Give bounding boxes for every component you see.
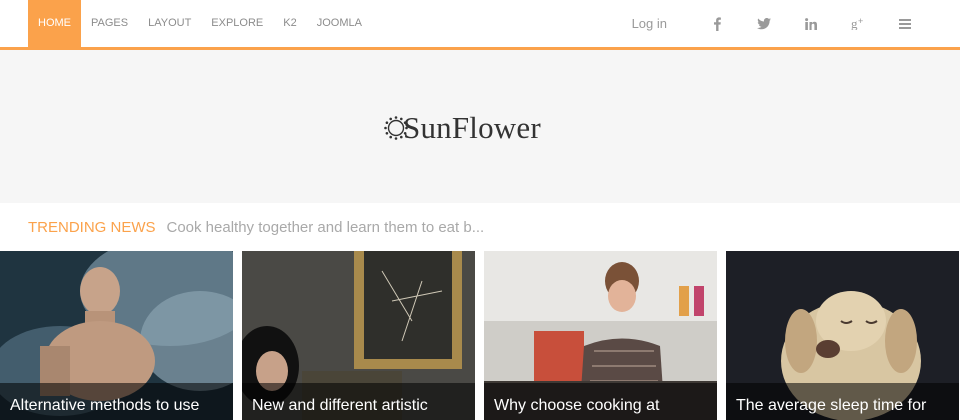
svg-text:g: g	[851, 17, 858, 30]
article-card[interactable]: The average sleep time for	[726, 251, 959, 420]
menu-icon[interactable]	[890, 9, 920, 39]
facebook-icon[interactable]	[702, 9, 732, 39]
main-menu: HOME PAGES LAYOUT EXPLORE K2 JOOMLA	[28, 0, 372, 47]
article-card[interactable]: New and different artistic	[242, 251, 475, 420]
nav-item-pages[interactable]: PAGES	[81, 0, 138, 47]
nav-right-group: Log in g +	[632, 0, 920, 47]
article-title[interactable]: Alternative methods to use	[10, 397, 199, 415]
article-title[interactable]: The average sleep time for	[736, 397, 926, 415]
nav-item-explore[interactable]: EXPLORE	[201, 0, 273, 47]
trending-news-bar: TRENDING NEWS Cook healthy together and …	[28, 215, 484, 239]
linkedin-icon[interactable]	[796, 9, 826, 39]
logo-text: SunFlower	[403, 110, 541, 145]
nav-item-home[interactable]: HOME	[28, 0, 81, 47]
trending-headline[interactable]: Cook healthy together and learn them to …	[167, 219, 485, 236]
google-plus-icon[interactable]: g +	[843, 9, 873, 39]
nav-item-joomla[interactable]: JOOMLA	[307, 0, 372, 47]
svg-text:+: +	[858, 17, 863, 26]
site-logo[interactable]: SunFlower	[383, 108, 541, 148]
nav-item-k2[interactable]: K2	[273, 0, 306, 47]
article-title[interactable]: Why choose cooking at	[494, 397, 659, 415]
twitter-icon[interactable]	[749, 9, 779, 39]
top-navigation-bar: HOME PAGES LAYOUT EXPLORE K2 JOOMLA Log …	[0, 0, 960, 47]
article-card[interactable]: Alternative methods to use	[0, 251, 233, 420]
nav-item-layout[interactable]: LAYOUT	[138, 0, 201, 47]
article-title[interactable]: New and different artistic	[252, 397, 428, 415]
login-link[interactable]: Log in	[632, 16, 667, 31]
article-card[interactable]: Why choose cooking at	[484, 251, 717, 420]
trending-label: TRENDING NEWS	[28, 218, 156, 236]
